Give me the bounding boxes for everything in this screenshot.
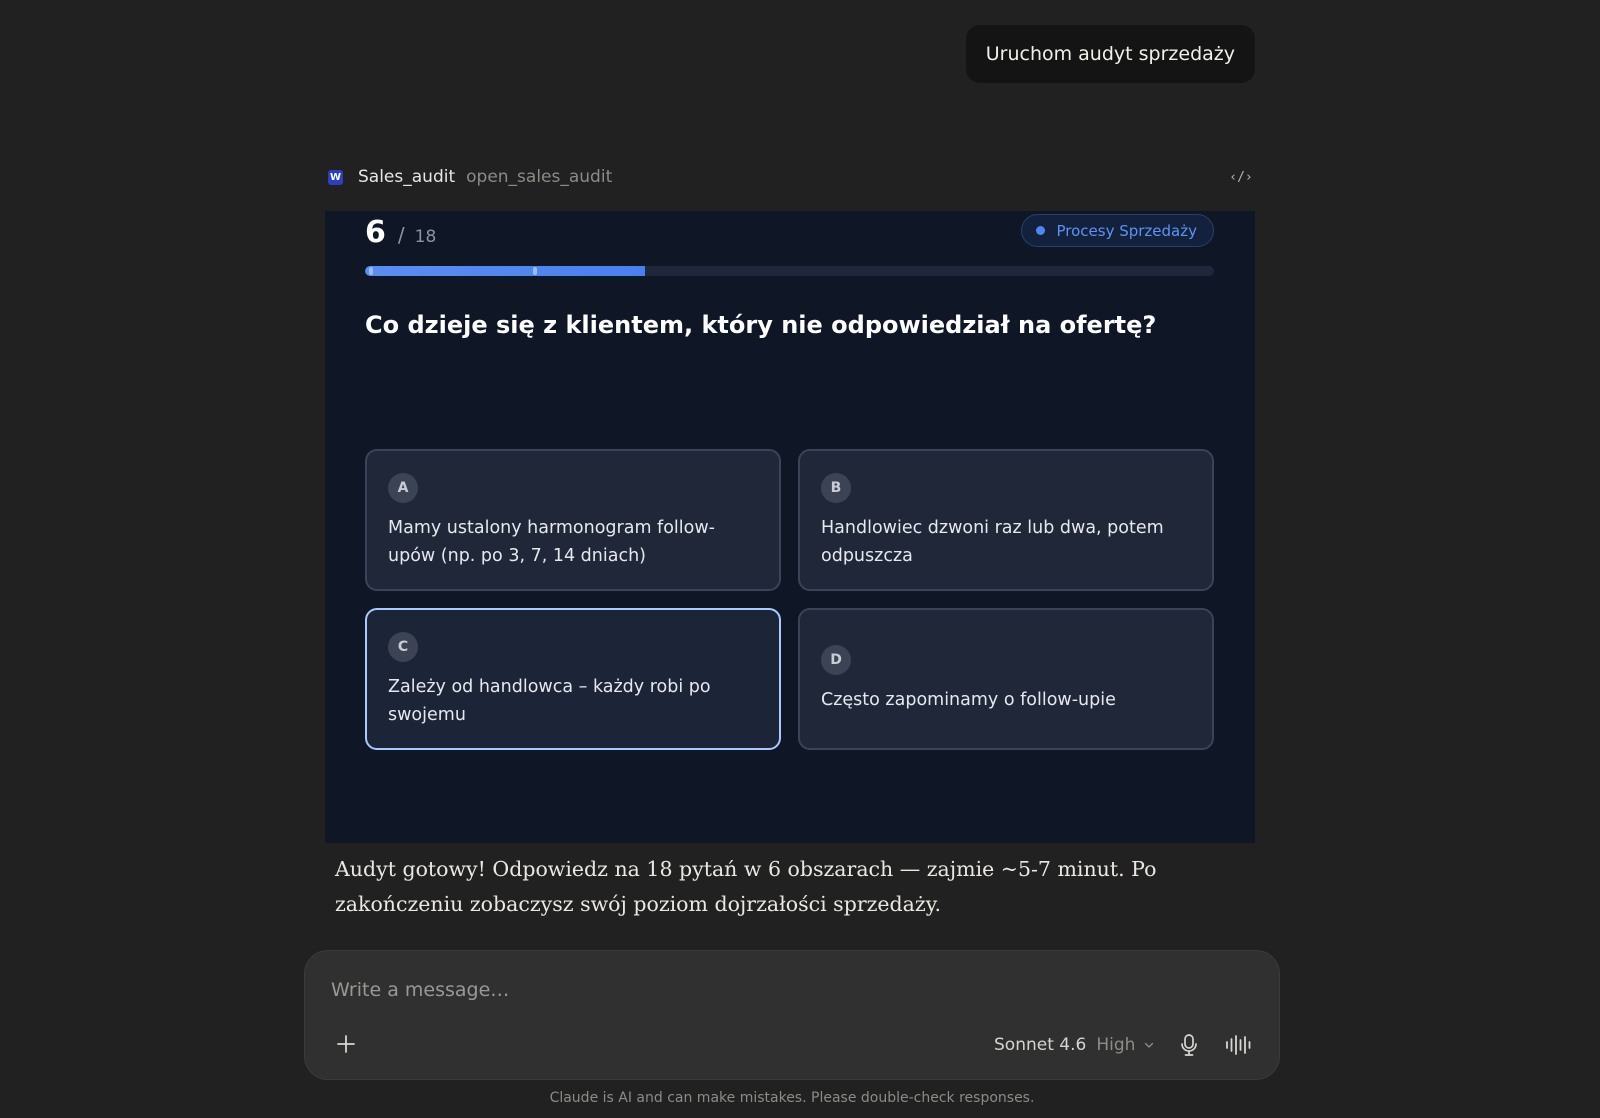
tool-header: W Sales_audit open_sales_audit ‹/› xyxy=(328,160,1254,194)
current-question-number: 6 xyxy=(365,215,386,250)
progress-bar xyxy=(365,266,1214,276)
voice-mode-button[interactable] xyxy=(1223,1030,1255,1060)
category-badge: Procesy Sprzedaży xyxy=(1021,214,1214,247)
answer-option-b[interactable]: B Handlowiec dzwoni raz lub dwa, potem o… xyxy=(798,449,1214,591)
model-selector[interactable]: Sonnet 4.6 High xyxy=(994,1031,1155,1059)
tool-name: Sales_audit xyxy=(358,167,456,187)
chat-page: Uruchom audyt sprzedaży W Sales_audit op… xyxy=(0,0,1600,1118)
option-text: Często zapominamy o follow-upie xyxy=(821,689,1116,710)
option-text: Zależy od handlowca – każdy robi po swoj… xyxy=(388,677,711,725)
ai-disclaimer: Claude is AI and can make mistakes. Plea… xyxy=(549,1090,1035,1106)
progress-tick xyxy=(533,267,537,275)
counter-separator: / xyxy=(397,223,405,247)
option-letter: C xyxy=(388,632,418,662)
model-name: Sonnet 4.6 xyxy=(994,1035,1087,1055)
question-text: Co dzieje się z klientem, który nie odpo… xyxy=(365,311,1157,339)
category-label: Procesy Sprzedaży xyxy=(1056,221,1197,240)
total-questions: 18 xyxy=(414,227,437,247)
code-icon[interactable]: ‹/› xyxy=(1228,164,1254,190)
option-letter: B xyxy=(821,473,851,503)
tool-function-name: open_sales_audit xyxy=(466,167,613,187)
option-letter: D xyxy=(821,644,851,675)
quiz-card: 6 / 18 Procesy Sprzedaży Co dzieje się z… xyxy=(325,211,1255,843)
add-attachment-button[interactable] xyxy=(331,1029,361,1059)
chevron-down-icon xyxy=(1145,1042,1154,1048)
model-effort: High xyxy=(1096,1035,1136,1055)
answer-options: A Mamy ustalony harmonogram follow-upów … xyxy=(365,449,1215,750)
message-input[interactable] xyxy=(331,975,1231,1005)
message-composer: Sonnet 4.6 High xyxy=(304,950,1280,1080)
microphone-button[interactable] xyxy=(1174,1030,1204,1060)
progress-fill xyxy=(365,266,646,276)
microphone-icon xyxy=(1181,1034,1197,1056)
answer-option-c[interactable]: C Zależy od handlowca – każdy robi po sw… xyxy=(365,608,781,750)
plus-icon xyxy=(337,1035,355,1053)
question-counter: 6 / 18 xyxy=(365,215,436,250)
user-message: Uruchom audyt sprzedaży xyxy=(965,25,1255,83)
category-dot-icon xyxy=(1036,226,1046,235)
assistant-message: Audyt gotowy! Odpowiedz na 18 pytań w 6 … xyxy=(335,857,1157,916)
sound-wave-icon xyxy=(1226,1035,1251,1055)
answer-option-d[interactable]: D Często zapominamy o follow-upie xyxy=(798,608,1214,750)
sales-audit-logo-icon: W xyxy=(328,169,343,185)
answer-option-a[interactable]: A Mamy ustalony harmonogram follow-upów … xyxy=(365,449,781,591)
progress-tick xyxy=(369,267,373,275)
option-text: Mamy ustalony harmonogram follow-upów (n… xyxy=(388,518,715,566)
option-text: Handlowiec dzwoni raz lub dwa, potem odp… xyxy=(821,518,1164,566)
option-letter: A xyxy=(388,473,418,503)
